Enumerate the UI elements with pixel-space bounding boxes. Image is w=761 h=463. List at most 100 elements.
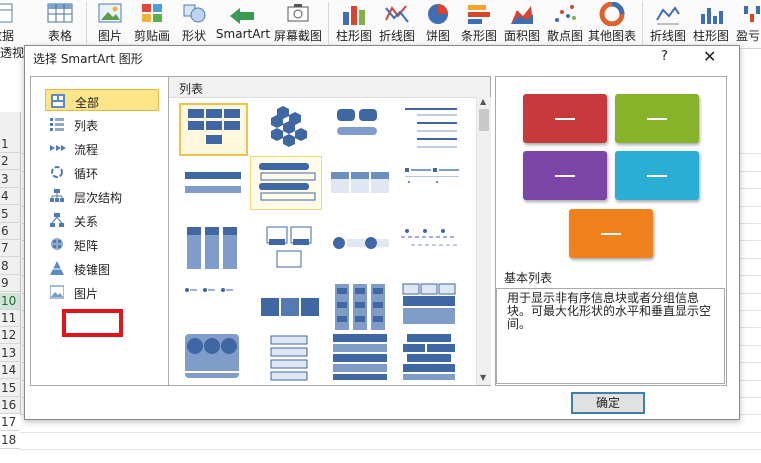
row-header[interactable]: 14 (0, 362, 20, 380)
gallery-scrollbar[interactable]: ▲ ▼ (476, 97, 491, 385)
scroll-up-icon[interactable]: ▲ (480, 97, 486, 106)
all-layouts-icon (51, 94, 65, 108)
category-item-picture[interactable]: 图片 (45, 281, 159, 303)
category-item-cycle[interactable]: 循环 (45, 161, 159, 183)
layout-thumbnail-stacked-list[interactable] (250, 156, 322, 210)
smartart-icon (228, 2, 258, 27)
ribbon-sparkline-column-button[interactable]: 柱形图 (690, 0, 732, 44)
category-item-hierarchy[interactable]: 层次结构 (45, 185, 159, 207)
preview-description-box: 用于显示非有序信息块或者分组信息块。可最大化形状的水平和垂直显示空间。 (496, 288, 725, 384)
ribbon-area-chart-button[interactable]: 面积图 (500, 0, 544, 44)
ribbon-column-chart-button[interactable]: 柱形图 (332, 0, 376, 44)
category-item-process[interactable]: 流程 (45, 137, 159, 159)
row-header[interactable]: 4 (0, 188, 20, 206)
ribbon-label-shapes: 形状 (181, 29, 206, 43)
category-item-all[interactable]: 全部 (45, 89, 159, 111)
row-header[interactable]: 13 (0, 345, 20, 362)
layout-thumbnail-hexagon-cluster[interactable] (257, 103, 326, 156)
row-header[interactable]: 12 (0, 327, 20, 345)
category-item-relationship[interactable]: 关系 (45, 209, 159, 231)
layout-thumbnail-pillar-list[interactable] (179, 332, 248, 385)
preview-block (615, 94, 699, 143)
preview-pane: 基本列表 用于显示非有序信息块或者分组信息块。可最大化形状的水平和垂直显示空间。 (495, 76, 727, 386)
preview-block (523, 151, 607, 200)
ribbon-smartart-button[interactable]: SmartArt (214, 0, 272, 44)
ribbon-scatter-chart-button[interactable]: 散点图 (544, 0, 586, 44)
layout-thumbnail-picture-caption-list[interactable] (257, 223, 326, 276)
scrollbar-thumb[interactable] (479, 109, 489, 131)
layout-thumbnail-vertical-box-list[interactable] (179, 223, 248, 276)
scroll-down-icon[interactable]: ▼ (480, 373, 486, 382)
scatter-chart-icon (552, 2, 578, 29)
column-chart-icon (340, 2, 368, 29)
ribbon-clipart-button[interactable]: 剪贴画 (130, 0, 174, 44)
row-header[interactable]: 9 (0, 275, 20, 293)
ribbon-label-column-chart: 柱形图 (335, 29, 372, 43)
ribbon-label-other-charts: 其他图表 (587, 29, 636, 43)
category-label-cycle: 循环 (74, 167, 99, 181)
sparkline-column-icon (698, 2, 724, 29)
row-header[interactable]: 5 (0, 206, 20, 223)
ok-button[interactable]: 确定 (571, 392, 645, 414)
list-layout-icon (50, 117, 64, 131)
layout-thumbnail-stair-list[interactable] (257, 332, 326, 385)
ribbon-label-picture: 图片 (97, 29, 122, 43)
pyramid-layout-icon (50, 261, 64, 275)
ribbon-shapes-button[interactable]: 形状 (176, 0, 212, 44)
layout-thumbnail-basic-block-list[interactable] (179, 103, 248, 156)
preview-description: 用于显示非有序信息块或者分组信息块。可最大化形状的水平和垂直显示空间。 (507, 291, 712, 331)
row-header[interactable]: 2 (0, 153, 20, 171)
row-header[interactable]: 15 (0, 380, 20, 397)
category-item-matrix[interactable]: 矩阵 (45, 233, 159, 255)
dialog-titlebar: 选择 SmartArt 图形 ? ✕ (25, 46, 739, 70)
row-header[interactable]: 18 (0, 432, 20, 449)
ribbon-label-sparkline-line: 折线图 (649, 29, 686, 43)
category-label-pyramid: 棱锥图 (74, 263, 111, 277)
smartart-dialog: 选择 SmartArt 图形 ? ✕ 全部 列表 流程 循环 层次结构 关系 矩… (24, 45, 740, 420)
ribbon-bar-chart-button[interactable]: 条形图 (458, 0, 500, 44)
row-header[interactable]: 16 (0, 397, 20, 414)
category-item-pyramid[interactable]: 棱锥图 (45, 257, 159, 279)
layout-thumbnail-hierarchy-list[interactable] (397, 332, 466, 385)
layout-thumbnail-horizontal-bullet-list[interactable] (327, 164, 396, 217)
ribbon-sparkline-line-button[interactable]: 折线图 (646, 0, 690, 44)
row-header[interactable]: 7 (0, 240, 20, 258)
ribbon-sparkline-winloss-button[interactable]: 盈亏 (734, 0, 761, 44)
other-charts-icon (599, 1, 625, 29)
layout-thumbnail-segmented-list[interactable] (327, 332, 396, 385)
ribbon-pie-chart-button[interactable]: 饼图 (420, 0, 456, 44)
help-button[interactable]: ? (661, 49, 668, 64)
ribbon-screenshot-button[interactable]: 屏幕截图 (272, 0, 324, 44)
ribbon: 数据 表格 图片 剪贴画 形状 SmartArt 屏幕截图 (0, 0, 761, 49)
ribbon-label-clipart: 剪贴画 (133, 29, 170, 43)
row-header[interactable]: 8 (0, 258, 20, 275)
ribbon-pivot-button[interactable]: 数据 (0, 0, 22, 44)
grid-line (20, 449, 761, 451)
row-header[interactable]: 1 (0, 136, 20, 153)
ribbon-separator (642, 2, 643, 44)
layout-thumbnail-square-accent-list[interactable] (397, 164, 466, 217)
preview-block (569, 209, 653, 258)
layout-thumbnail-rounded-list[interactable] (327, 103, 396, 156)
row-header[interactable]: 6 (0, 223, 20, 240)
ribbon-picture-button[interactable]: 图片 (92, 0, 128, 44)
layout-thumbnail-lined-list[interactable] (397, 103, 466, 156)
layout-thumbnail-circle-list[interactable] (327, 223, 396, 276)
ribbon-line-chart-button[interactable]: 折线图 (376, 0, 418, 44)
category-item-list[interactable]: 列表 (45, 113, 159, 135)
row-header[interactable]: 17 (0, 414, 20, 432)
ribbon-label-table: 表格 (47, 29, 72, 43)
close-button[interactable]: ✕ (703, 47, 716, 66)
hierarchy-layout-icon (50, 189, 64, 203)
layout-thumbnail-bullet-arrow-list[interactable] (179, 282, 248, 335)
layout-thumbnail-table-list[interactable] (327, 282, 396, 335)
layout-thumbnail-horizontal-block-list[interactable] (257, 282, 326, 335)
row-header[interactable]: 10 (0, 292, 20, 310)
row-header[interactable]: 3 (0, 171, 20, 188)
layout-thumbnail-vertical-bullet-list[interactable] (179, 164, 248, 217)
ribbon-table-button[interactable]: 表格 (40, 0, 80, 44)
row-header[interactable]: 11 (0, 310, 20, 327)
layout-thumbnail-tab-list[interactable] (397, 223, 466, 276)
ribbon-other-charts-button[interactable]: 其他图表 (586, 0, 638, 44)
layout-thumbnail-picture-grid[interactable] (397, 282, 466, 335)
